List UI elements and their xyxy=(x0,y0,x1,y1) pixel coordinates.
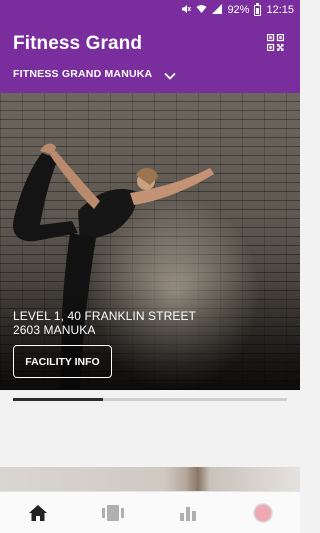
nav-stats[interactable] xyxy=(150,492,225,533)
home-icon xyxy=(28,505,47,521)
bottom-navigation xyxy=(0,491,300,533)
app-title: Fitness Grand xyxy=(13,33,143,54)
chevron-down-icon xyxy=(164,72,176,80)
qr-code-icon[interactable] xyxy=(266,33,285,52)
facility-info-button[interactable]: FACILITY INFO xyxy=(13,345,112,378)
nav-classes[interactable] xyxy=(75,492,150,533)
battery-percent: 92% xyxy=(227,4,250,16)
pager-active-segment xyxy=(13,398,104,401)
signal-icon xyxy=(212,3,223,17)
next-card-preview[interactable] xyxy=(0,467,300,491)
club-hero-card[interactable]: LEVEL 1, 40 FRANKLIN STREET 2603 MANUKA … xyxy=(0,93,300,390)
clock: 12:15 xyxy=(266,4,294,16)
app-header: Fitness Grand FITNESS GRAND MANUKA xyxy=(0,20,300,93)
status-bar: 92% 12:15 xyxy=(0,0,300,20)
cards-icon xyxy=(101,505,124,521)
address-line-1: LEVEL 1, 40 FRANKLIN STREET xyxy=(13,309,196,323)
wifi-icon xyxy=(196,4,207,17)
club-selector[interactable]: FITNESS GRAND MANUKA xyxy=(13,68,176,80)
profile-circle-icon xyxy=(252,503,273,523)
club-address: LEVEL 1, 40 FRANKLIN STREET 2603 MANUKA xyxy=(13,309,196,337)
mute-icon xyxy=(181,4,192,17)
address-line-2: 2603 MANUKA xyxy=(13,323,96,337)
carousel-pager xyxy=(13,398,287,401)
bar-chart-icon xyxy=(179,507,196,521)
battery-icon xyxy=(254,2,262,16)
nav-profile[interactable] xyxy=(225,492,300,533)
club-name: FITNESS GRAND MANUKA xyxy=(13,68,153,80)
nav-home[interactable] xyxy=(0,492,75,533)
